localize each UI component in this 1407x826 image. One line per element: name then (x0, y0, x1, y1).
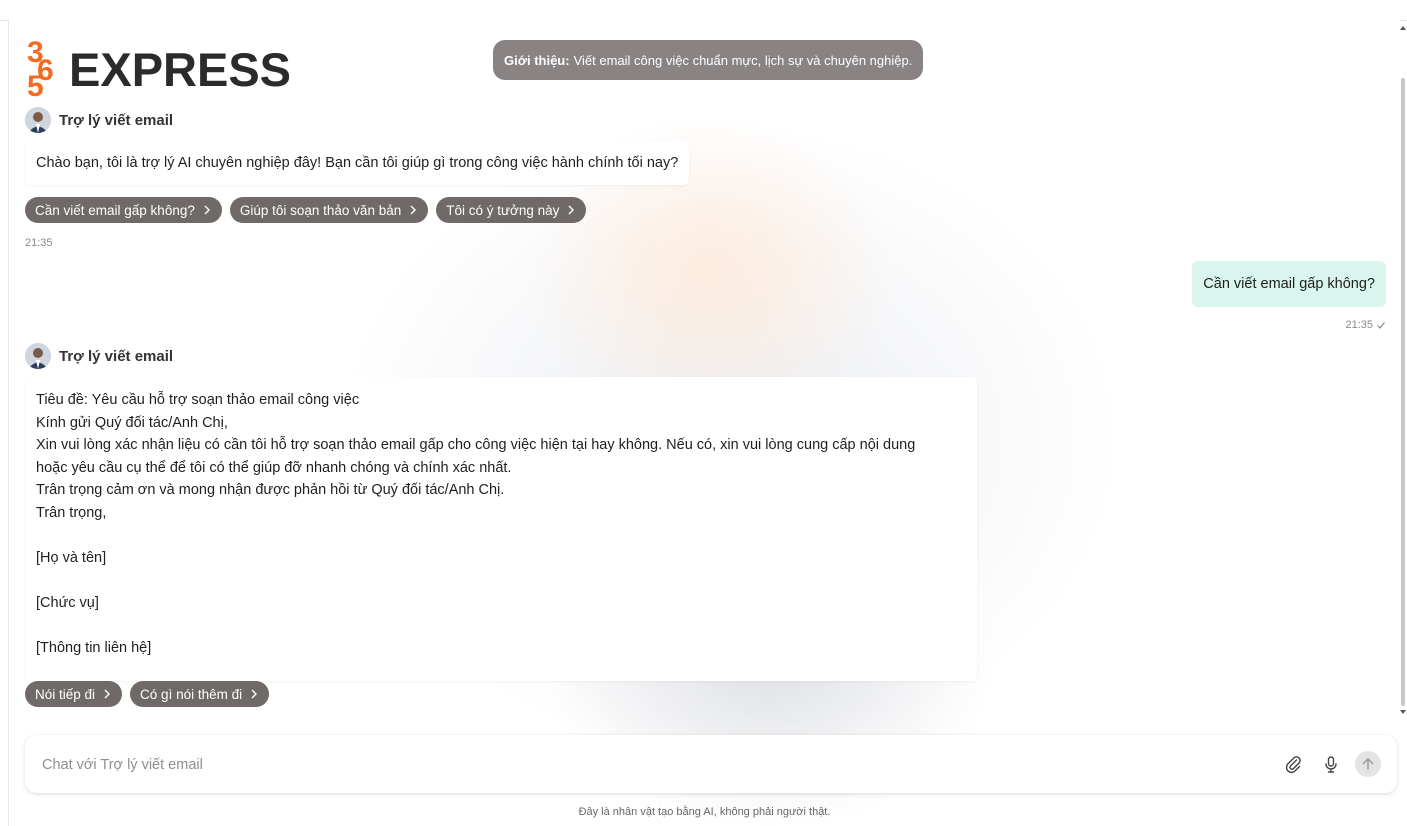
message-timestamp: 21:35 (1345, 319, 1373, 331)
email-body-line: Trân trọng cảm ơn và mong nhận được phản… (36, 482, 505, 498)
ai-disclaimer: Đây là nhân vật tạo bằng AI, không phải … (578, 806, 831, 818)
suggestion-chip-draft-document[interactable]: Giúp tôi soạn thảo văn bản (229, 197, 429, 223)
chat-window: 3 6 5 EXPRESS Giới thiệu: Viết email côn… (8, 20, 1400, 826)
email-salutation: Kính gửi Quý đối tác/Anh Chị, (36, 414, 228, 431)
chevron-right-icon (104, 689, 111, 699)
email-body-line: Xin vui lòng xác nhận liệu có cần tôi hỗ… (36, 437, 916, 453)
logo-digit-5: 5 (27, 70, 44, 98)
email-subject: Tiêu đề: Yêu cầu hỗ trợ soạn thảo email … (36, 392, 360, 408)
intro-label: Giới thiệu: (504, 52, 570, 68)
paperclip-icon[interactable] (1283, 754, 1303, 774)
email-body-line: hoặc yêu cầu cụ thể để tôi có thể giúp đ… (36, 459, 512, 476)
send-arrow-icon (1362, 758, 1374, 770)
suggestion-chip-idea[interactable]: Tôi có ý tưởng này (436, 197, 587, 223)
chip-label: Tôi có ý tưởng này (446, 202, 560, 218)
chevron-right-icon (410, 205, 417, 215)
assistant-header: Trợ lý viết email (25, 107, 173, 133)
message-composer (25, 735, 1397, 793)
email-signature-title: [Chức vụ] (36, 594, 99, 611)
email-signature-contact: [Thông tin liên hệ] (36, 639, 152, 656)
suggestion-chip-urgent-email[interactable]: Cần viết email gấp không? (25, 197, 222, 223)
intro-banner: Giới thiệu: Viết email công việc chuẩn m… (493, 40, 924, 80)
scroll-down-arrow-icon[interactable] (1399, 708, 1407, 716)
email-closing: Trân trọng, (36, 504, 107, 521)
send-button[interactable] (1355, 751, 1381, 777)
chip-label: Nói tiếp đi (35, 686, 96, 702)
suggestion-chips: Nói tiếp đi Có gì nói thêm đi (25, 681, 270, 707)
assistant-message: Chào bạn, tôi là trợ lý AI chuyên nghiệp… (25, 141, 690, 185)
assistant-header: Trợ lý viết email (25, 343, 173, 369)
chip-label: Có gì nói thêm đi (140, 686, 243, 702)
chevron-right-icon (251, 689, 258, 699)
check-icon (1377, 322, 1385, 329)
user-message: Cần viết email gấp không? (1192, 261, 1386, 307)
chevron-right-icon (204, 205, 210, 215)
message-timestamp: 21:35 (25, 237, 53, 249)
user-message-meta: 21:35 (1345, 319, 1386, 331)
suggestion-chip-say-more[interactable]: Có gì nói thêm đi (130, 681, 270, 707)
suggestion-chips: Cần viết email gấp không? Giúp tôi soạn … (25, 197, 587, 223)
chat-input[interactable] (40, 752, 1244, 778)
chip-label: Giúp tôi soạn thảo văn bản (239, 202, 402, 218)
brand-logo: 3 6 5 EXPRESS (27, 36, 291, 98)
assistant-name: Trợ lý viết email (59, 347, 174, 365)
microphone-icon[interactable] (1321, 754, 1341, 774)
message-text: Cần viết email gấp không? (1203, 276, 1375, 292)
chevron-right-icon (568, 205, 575, 215)
scroll-up-arrow-icon[interactable] (1399, 24, 1407, 32)
chip-label: Cần viết email gấp không? (35, 202, 195, 218)
suggestion-chip-continue[interactable]: Nói tiếp đi (25, 681, 123, 707)
email-signature-name: [Họ và tên] (36, 549, 107, 566)
scrollbar[interactable] (1399, 20, 1407, 720)
scrollbar-thumb[interactable] (1401, 78, 1405, 706)
avatar (25, 343, 51, 369)
assistant-email-draft: Tiêu đề: Yêu cầu hỗ trợ soạn thảo email … (25, 377, 977, 681)
assistant-name: Trợ lý viết email (59, 111, 174, 129)
avatar (25, 107, 51, 133)
message-text: Chào bạn, tôi là trợ lý AI chuyên nghiệp… (36, 155, 679, 171)
intro-text: Viết email công việc chuẩn mực, lịch sự … (573, 52, 913, 68)
top-bar (0, 0, 1407, 21)
logo-wordmark: EXPRESS (69, 43, 291, 96)
